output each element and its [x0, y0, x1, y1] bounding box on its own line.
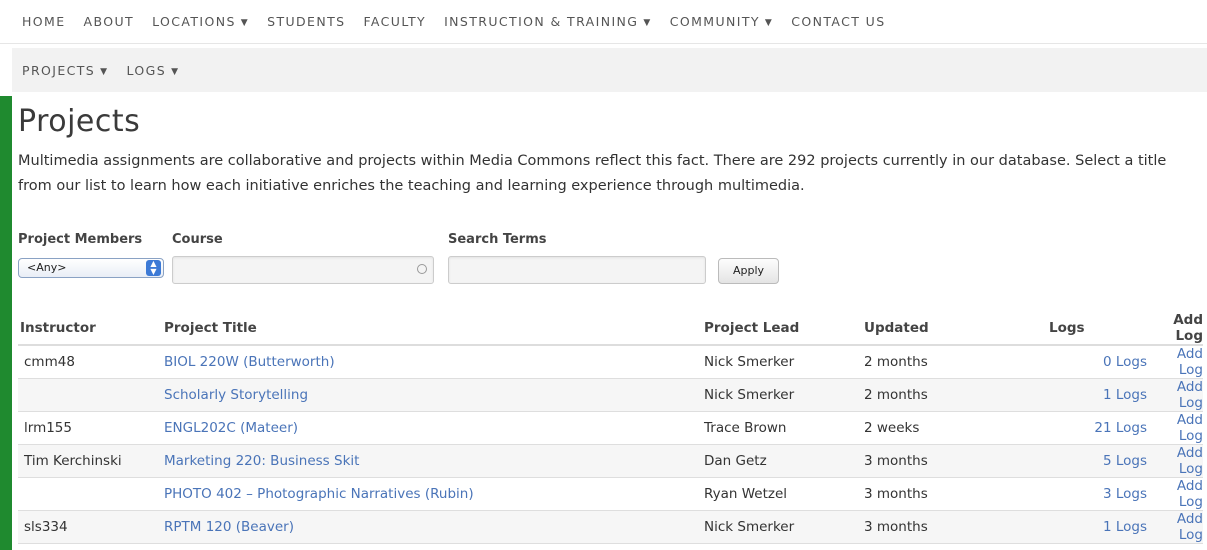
table-row: cmm48 BIOL 220W (Butterworth) Nick Smerk… — [18, 345, 1203, 379]
cell-instructor: cmm48 — [18, 345, 164, 379]
header-instructor[interactable]: Instructor — [18, 312, 164, 346]
project-members-label: Project Members — [18, 232, 143, 247]
cell-instructor — [18, 378, 164, 412]
cell-project-title-link[interactable]: RPTM 120 (Beaver) — [164, 510, 704, 544]
chevron-down-icon: ▼ — [171, 66, 180, 77]
nav-logs[interactable]: LOGS ▼ — [126, 63, 179, 78]
cell-logs-link[interactable]: 1 Logs — [979, 510, 1167, 544]
nav-about[interactable]: ABOUT — [84, 14, 135, 29]
cell-instructor — [18, 477, 164, 511]
main-navigation: HOME ABOUT LOCATIONS ▼ STUDENTS FACULTY I… — [0, 0, 1207, 96]
chevron-down-icon: ▼ — [240, 18, 250, 28]
nav-contact-label: CONTACT US — [791, 14, 886, 29]
header-updated[interactable]: Updated — [864, 312, 979, 346]
course-input[interactable] — [172, 256, 434, 284]
cell-logs-link[interactable]: 21 Logs — [979, 411, 1167, 445]
nav-students-label: STUDENTS — [267, 14, 346, 29]
cell-project-title-link[interactable]: Scholarly Storytelling — [164, 378, 704, 412]
cell-add-log-link[interactable]: Add Log — [1167, 411, 1203, 445]
nav-students[interactable]: STUDENTS — [267, 14, 345, 29]
nav-instruction-training[interactable]: INSTRUCTION & TRAINING ▼ — [444, 14, 652, 29]
cell-updated: 3 months — [864, 510, 979, 544]
page-intro: Multimedia assignments are collaborative… — [18, 153, 1167, 194]
cell-updated: 2 weeks — [864, 411, 979, 445]
nav-faculty-label: FACULTY — [363, 14, 427, 29]
left-accent-bar — [0, 96, 12, 550]
cell-add-log-link[interactable]: Add Log — [1167, 345, 1203, 379]
cell-project-title-link[interactable]: ENGL202C (Mateer) — [164, 411, 704, 445]
cell-instructor: Tim Kerchinski — [18, 444, 164, 478]
apply-button[interactable]: Apply — [718, 258, 779, 284]
cell-project-lead: Nick Smerker — [704, 378, 864, 412]
table-row: PHOTO 402 – Photographic Narratives (Rub… — [18, 477, 1203, 511]
nav-secondary-background — [12, 48, 1207, 92]
project-members-select[interactable]: <Any> ▲ ▼ — [18, 258, 164, 278]
cell-updated: 2 months — [864, 345, 979, 379]
nav-contact-us[interactable]: CONTACT US — [791, 14, 885, 29]
cell-project-lead: Trace Brown — [704, 411, 864, 445]
table-header-row: Instructor Project Title Project Lead Up… — [18, 312, 1203, 346]
header-logs[interactable]: Logs — [979, 312, 1167, 346]
cell-project-lead: Ryan Wetzel — [704, 477, 864, 511]
nav-community-label: COMMUNITY — [669, 14, 760, 29]
cell-add-log-link[interactable]: Add Log — [1167, 378, 1203, 412]
table-row: lrm155 ENGL202C (Mateer) Trace Brown 2 w… — [18, 411, 1203, 445]
autocomplete-icon — [417, 264, 427, 274]
nav-row-secondary: PROJECTS ▼ LOGS ▼ — [0, 44, 1207, 96]
cell-project-title-link[interactable]: BIOL 220W (Butterworth) — [164, 345, 704, 379]
search-terms-label: Search Terms — [448, 232, 547, 247]
nav-row-primary: HOME ABOUT LOCATIONS ▼ STUDENTS FACULTY I… — [0, 0, 1207, 44]
cell-project-title-link[interactable]: Marketing 220: Business Skit — [164, 444, 704, 478]
page-title: Projects — [18, 104, 141, 139]
course-label: Course — [172, 232, 223, 247]
projects-table: Instructor Project Title Project Lead Up… — [18, 312, 1203, 544]
cell-add-log-link[interactable]: Add Log — [1167, 510, 1203, 544]
nav-projects[interactable]: PROJECTS ▼ — [22, 63, 108, 78]
cell-instructor: sls334 — [18, 510, 164, 544]
cell-instructor: lrm155 — [18, 411, 164, 445]
filter-form: Project Members Course Search Terms <Any… — [18, 232, 1018, 292]
nav-home-label: HOME — [22, 14, 66, 29]
project-members-value: <Any> — [27, 261, 67, 274]
cell-add-log-link[interactable]: Add Log — [1167, 444, 1203, 478]
cell-add-log-link[interactable]: Add Log — [1167, 477, 1203, 511]
select-arrows-icon: ▲ ▼ — [146, 260, 161, 276]
cell-project-lead: Nick Smerker — [704, 345, 864, 379]
nav-locations[interactable]: LOCATIONS ▼ — [152, 14, 249, 29]
table-row: Scholarly Storytelling Nick Smerker 2 mo… — [18, 378, 1203, 412]
nav-logs-label: LOGS — [126, 62, 167, 78]
cell-updated: 2 months — [864, 378, 979, 412]
main-content: Projects Multimedia assignments are coll… — [18, 104, 1193, 199]
cell-project-title-link[interactable]: PHOTO 402 – Photographic Narratives (Rub… — [164, 477, 704, 511]
nav-instruction-label: INSTRUCTION & TRAINING — [444, 14, 639, 29]
nav-locations-label: LOCATIONS — [152, 14, 236, 29]
nav-about-label: ABOUT — [83, 14, 135, 29]
cell-project-lead: Nick Smerker — [704, 510, 864, 544]
table-row: sls334 RPTM 120 (Beaver) Nick Smerker 3 … — [18, 510, 1203, 544]
table-row: Tim Kerchinski Marketing 220: Business S… — [18, 444, 1203, 478]
header-add-log: Add Log — [1167, 312, 1203, 346]
nav-faculty[interactable]: FACULTY — [363, 14, 426, 29]
nav-home[interactable]: HOME — [22, 14, 66, 29]
chevron-down-icon: ▼ — [100, 66, 109, 77]
cell-logs-link[interactable]: 5 Logs — [979, 444, 1167, 478]
cell-logs-link[interactable]: 3 Logs — [979, 477, 1167, 511]
header-project-lead[interactable]: Project Lead — [704, 312, 864, 346]
cell-logs-link[interactable]: 0 Logs — [979, 345, 1167, 379]
nav-community[interactable]: COMMUNITY ▼ — [670, 14, 774, 29]
chevron-down-icon: ▼ — [643, 18, 652, 28]
cell-logs-link[interactable]: 1 Logs — [979, 378, 1167, 412]
cell-updated: 3 months — [864, 444, 979, 478]
nav-projects-label: PROJECTS — [22, 62, 96, 78]
search-terms-input[interactable] — [448, 256, 706, 284]
cell-project-lead: Dan Getz — [704, 444, 864, 478]
chevron-down-icon: ▼ — [764, 18, 774, 28]
cell-updated: 3 months — [864, 477, 979, 511]
header-project-title[interactable]: Project Title — [164, 312, 704, 346]
